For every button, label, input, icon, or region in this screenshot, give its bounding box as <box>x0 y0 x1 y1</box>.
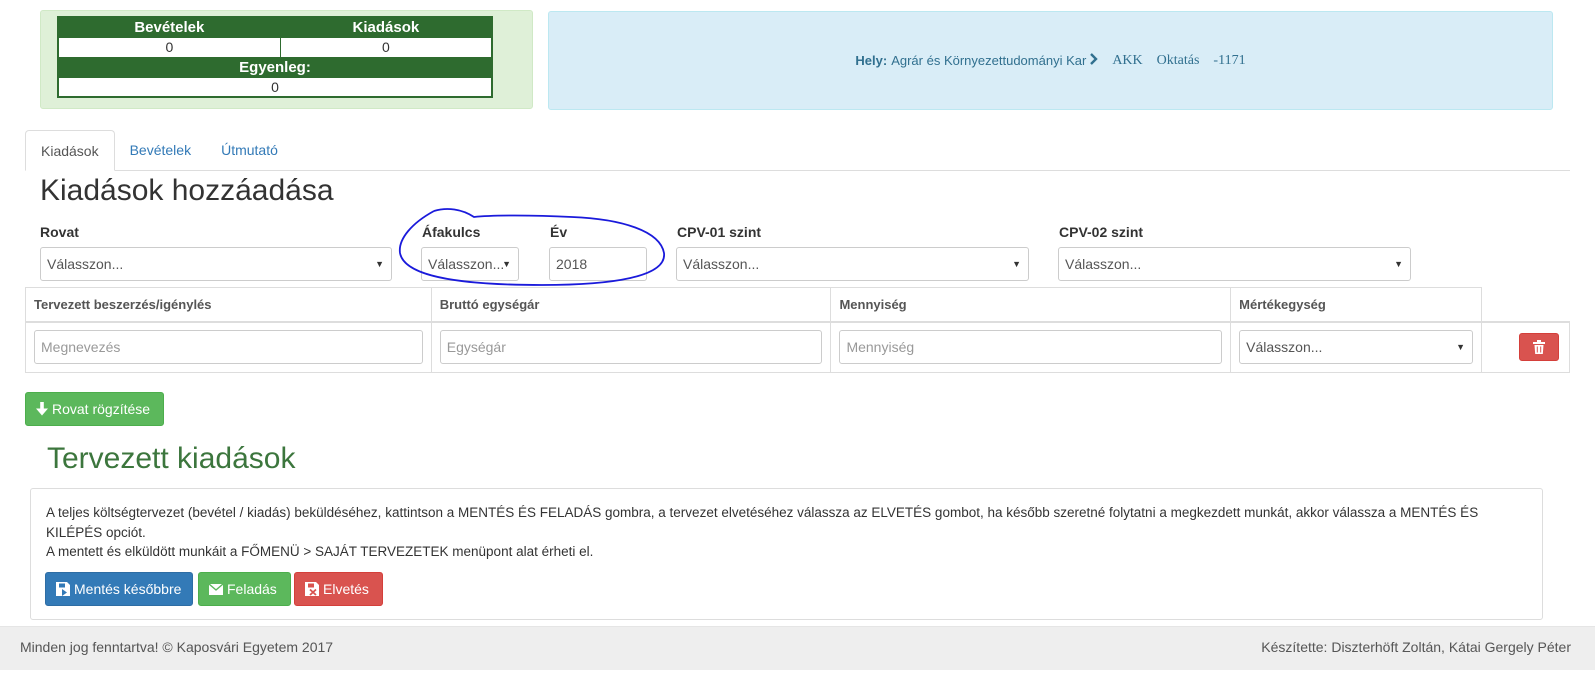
item-table-header-row: Tervezett beszerzés/igénylés Bruttó egys… <box>25 287 1570 323</box>
caret-down-icon: ▼ <box>375 259 384 269</box>
location-faculty: Agrár és Környezettudományi Kar <box>891 53 1087 68</box>
tab-bar: Kiadások Bevételek Útmutató <box>25 130 1570 171</box>
table-row: Megnevezés Egységár Mennyiség Válasszon.… <box>25 321 1570 373</box>
planned-expenses-title: Tervezett kiadások <box>47 442 296 475</box>
save-later-button[interactable]: Mentés későbbre <box>45 572 193 606</box>
submit-button[interactable]: Feladás <box>198 572 291 606</box>
save-later-button-label: Mentés későbbre <box>74 581 182 597</box>
trash-icon <box>1533 340 1545 355</box>
location-label: Hely: <box>855 53 888 68</box>
afakulcs-select[interactable]: Válasszon... ▼ <box>421 247 519 281</box>
quantity-input[interactable]: Mennyiség <box>839 330 1223 365</box>
discard-button[interactable]: Elvetés <box>294 572 383 606</box>
location-crumb-akk[interactable]: AKK <box>1112 53 1142 69</box>
cell-qty: Mennyiség <box>830 321 1232 373</box>
caret-down-icon: ▼ <box>1456 342 1465 353</box>
col-header-empty <box>1481 287 1570 323</box>
expense-value: 0 <box>279 36 493 58</box>
save-icon <box>56 582 70 596</box>
submit-button-label: Feladás <box>227 581 277 597</box>
afakulcs-select-value: Válasszon... <box>428 256 505 272</box>
footer: Minden jog fenntartva! © Kaposvári Egyet… <box>0 626 1595 670</box>
balance-summary-panel: Bevételek Kiadások 0 0 Egyenleg: 0 <box>40 10 533 109</box>
info-text-saved: A mentett és elküldött munkáit a FŐMENÜ … <box>46 544 594 559</box>
ev-input-value: 2018 <box>556 256 588 272</box>
cell-price: Egységár <box>430 321 832 373</box>
col-header-price: Bruttó egységár <box>430 287 832 323</box>
caret-down-icon: ▼ <box>1012 259 1021 269</box>
footer-copyright: Minden jog fenntartva! © Kaposvári Egyet… <box>20 639 334 655</box>
cpv02-label: CPV-02 szint <box>1059 224 1144 240</box>
location-panel: Hely: Agrár és Környezettudományi Kar AK… <box>548 11 1553 110</box>
col-header-unit: Mértékegység <box>1230 287 1482 323</box>
page-bottom-edge <box>0 670 1595 680</box>
balance-value: 0 <box>57 76 493 98</box>
save-row-button[interactable]: Rovat rögzítése <box>25 392 164 426</box>
location-crumb-code[interactable]: -1171 <box>1213 53 1245 69</box>
cpv02-select[interactable]: Válasszon... ▼ <box>1058 247 1411 281</box>
planned-info-panel: A teljes költségtervezet (bevétel / kiad… <box>30 488 1543 620</box>
page-title: Kiadások hozzáadása <box>40 174 334 207</box>
rovat-label: Rovat <box>40 224 79 240</box>
save-row-button-label: Rovat rögzítése <box>52 401 151 417</box>
cpv01-select-value: Válasszon... <box>683 256 760 272</box>
afakulcs-label: Áfakulcs <box>422 224 481 240</box>
info-text: A teljes költségtervezet (bevétel / kiad… <box>46 503 1531 562</box>
discard-button-label: Elvetés <box>323 581 369 597</box>
balance-header: Egyenleg: <box>57 56 493 78</box>
footer-authors: Készítette: Diszterhöft Zoltán, Kátai Ge… <box>1261 639 1571 655</box>
cpv02-select-value: Válasszon... <box>1065 256 1142 272</box>
cell-unit: Válasszon... ▼ <box>1230 321 1482 373</box>
unit-price-input[interactable]: Egységár <box>439 330 823 365</box>
caret-down-icon: ▼ <box>1394 259 1403 269</box>
cpv01-label: CPV-01 szint <box>677 224 762 240</box>
balance-table: Bevételek Kiadások 0 0 Egyenleg: 0 <box>57 16 493 98</box>
delete-row-button[interactable] <box>1519 333 1559 362</box>
chevron-right-icon <box>1089 53 1099 68</box>
cpv01-select[interactable]: Válasszon... ▼ <box>676 247 1029 281</box>
tab-utmutato[interactable]: Útmutató <box>206 130 293 171</box>
tab-kiadasok[interactable]: Kiadások <box>25 130 115 171</box>
caret-down-icon: ▼ <box>502 259 511 269</box>
ev-input[interactable]: 2018 <box>549 247 647 281</box>
unit-select[interactable]: Válasszon... ▼ <box>1239 330 1473 365</box>
rovat-select-value: Válasszon... <box>47 256 124 272</box>
item-name-input[interactable]: Megnevezés <box>34 330 423 365</box>
income-header: Bevételek <box>57 16 281 38</box>
cell-item: Megnevezés <box>25 321 432 373</box>
unit-select-value: Válasszon... <box>1246 339 1323 356</box>
ev-label: Év <box>550 224 568 240</box>
cell-actions <box>1481 321 1570 373</box>
income-value: 0 <box>57 36 281 58</box>
discard-icon <box>305 582 319 596</box>
download-arrow-icon <box>36 402 48 416</box>
rovat-select[interactable]: Válasszon... ▼ <box>40 247 392 281</box>
item-table: Tervezett beszerzés/igénylés Bruttó egys… <box>25 287 1570 373</box>
col-header-item: Tervezett beszerzés/igénylés <box>25 287 432 323</box>
envelope-icon <box>209 583 223 595</box>
tab-bevetelek[interactable]: Bevételek <box>115 130 206 171</box>
location-crumb-oktatas[interactable]: Oktatás <box>1157 53 1200 69</box>
col-header-qty: Mennyiség <box>830 287 1232 323</box>
info-text-submit: A teljes költségtervezet (bevétel / kiad… <box>46 505 1479 540</box>
expense-header: Kiadások <box>279 16 493 38</box>
